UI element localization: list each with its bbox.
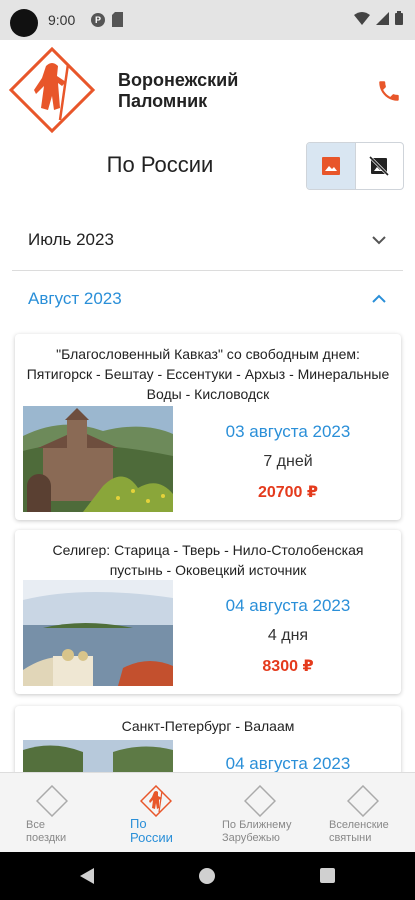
system-navigation-bar (0, 852, 415, 900)
trip-date: 04 августа 2023 (225, 596, 351, 615)
nav-all-trips[interactable]: Все поездки (0, 773, 104, 853)
pilgrim-icon (140, 785, 172, 817)
sd-card-icon (112, 12, 123, 27)
phone-icon[interactable] (376, 78, 402, 104)
trip-photo (23, 406, 173, 512)
nav-label: По Ближнему Зарубежью (222, 819, 292, 844)
trip-info: 03 августа 2023 7 дней 20700 ₽ (175, 422, 401, 502)
parking-notification-icon: P (91, 13, 105, 27)
show-images-button[interactable] (307, 143, 355, 189)
trip-duration: 7 дней (263, 453, 313, 470)
diamond-icon (244, 785, 276, 817)
trip-card[interactable]: Санкт-Петербург - Валаам 04 августа 2023 (15, 706, 401, 772)
diamond-icon (347, 785, 379, 817)
diamond-icon (36, 785, 68, 817)
image-icon (321, 157, 340, 175)
trip-photo (23, 740, 173, 772)
status-time: 9:00 (48, 12, 76, 28)
app-title-line2: Паломник (118, 91, 208, 111)
month-label: Июль 2023 (28, 230, 114, 249)
trip-date: 04 августа 2023 (225, 754, 351, 772)
section-title: По России (106, 152, 214, 177)
app-title-line1: Воронежский (118, 70, 239, 90)
trip-price: 8300 ₽ (262, 658, 314, 675)
nav-label: По России (130, 816, 173, 845)
pilgrim-logo-icon (8, 46, 96, 134)
trip-title: Селигер: Старица - Тверь - Нило-Столобен… (52, 542, 364, 578)
trip-title: "Благословенный Кавказ" со свободным дне… (26, 346, 390, 402)
app-header: Воронежский Паломник (0, 40, 415, 140)
nav-near-abroad[interactable]: По Ближнему Зарубежью (208, 773, 312, 853)
status-bar: 9:00 P (0, 0, 415, 40)
trip-list: "Благословенный Кавказ" со свободным дне… (0, 328, 415, 772)
trip-photo (23, 580, 173, 686)
home-icon[interactable] (199, 868, 215, 884)
month-row-august[interactable]: Август 2023 (0, 271, 415, 329)
app-title: Воронежский Паломник (118, 70, 278, 112)
image-off-icon (369, 155, 390, 177)
nav-ecumenical-shrines[interactable]: Вселенские святыни (311, 773, 415, 853)
wifi-icon (354, 11, 370, 25)
nav-russia[interactable]: По России (104, 773, 208, 853)
camera-cutout (10, 9, 38, 37)
trip-price: 20700 ₽ (257, 484, 319, 501)
signal-icon (376, 11, 389, 25)
trip-info: 04 августа 2023 (175, 754, 401, 772)
trip-duration: 4 дня (267, 627, 309, 644)
bottom-navigation: Все поездки По России По Ближнему Зарубежью… (0, 772, 415, 852)
hide-images-button[interactable] (354, 143, 403, 189)
recent-apps-icon[interactable] (320, 868, 335, 883)
chevron-up-icon (372, 294, 386, 303)
battery-icon (395, 11, 403, 25)
month-row-july[interactable]: Июль 2023 (0, 212, 415, 270)
trip-info: 04 августа 2023 4 дня 8300 ₽ (175, 596, 401, 676)
nav-label: Все поездки (26, 819, 67, 844)
trip-card[interactable]: Селигер: Старица - Тверь - Нило-Столобен… (15, 530, 401, 694)
chevron-down-icon (372, 236, 386, 245)
trip-date: 03 августа 2023 (225, 422, 351, 441)
trip-title: Санкт-Петербург - Валаам (121, 718, 295, 734)
image-view-toggle (306, 142, 404, 190)
nav-label: Вселенские святыни (329, 819, 389, 844)
back-icon[interactable] (80, 868, 96, 884)
trip-card[interactable]: "Благословенный Кавказ" со свободным дне… (15, 334, 401, 520)
month-label: Август 2023 (28, 289, 122, 308)
